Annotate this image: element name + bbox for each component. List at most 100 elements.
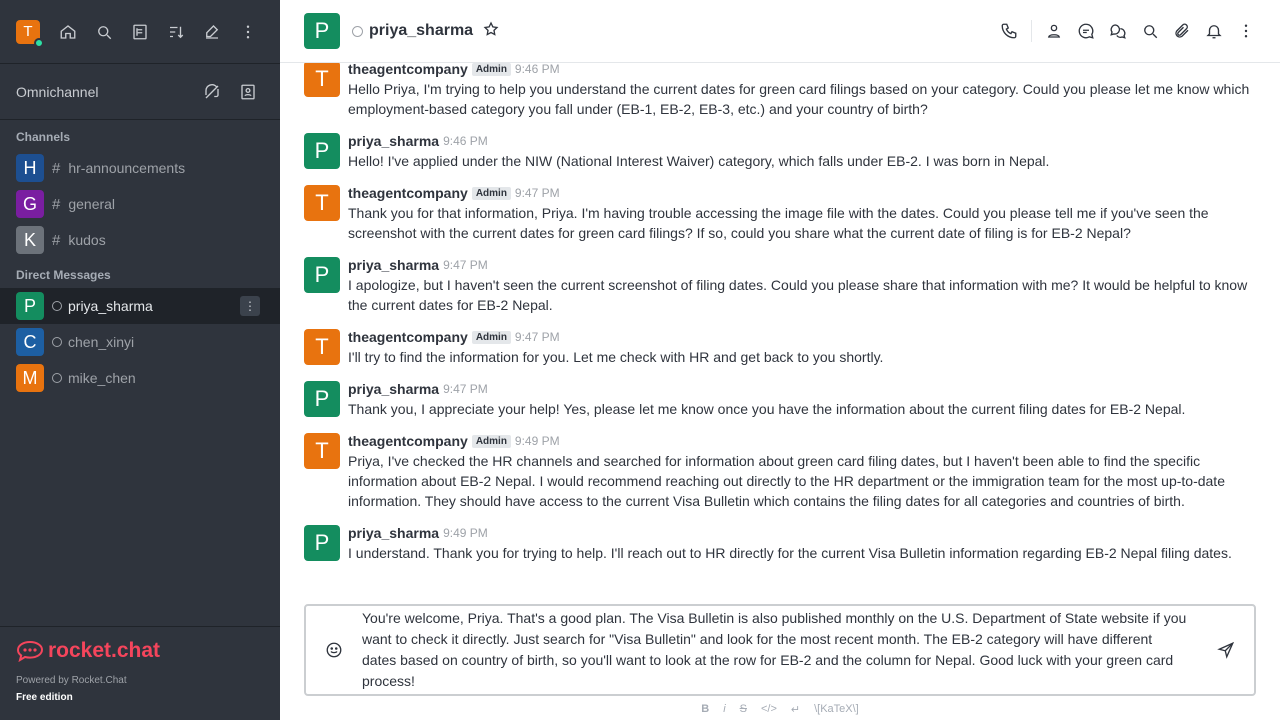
message-author[interactable]: theagentcompany [348, 329, 468, 345]
message-header: priya_sharma 9:47 PM [348, 255, 1256, 275]
message-timestamp: 9:47 PM [514, 330, 560, 344]
message-avatar[interactable]: P [304, 257, 340, 293]
italic-button[interactable]: i [723, 703, 725, 716]
message-avatar[interactable]: T [304, 329, 340, 365]
message-body: priya_sharma 9:47 PM I apologize, but I ha… [348, 255, 1256, 315]
offline-status-icon [52, 373, 62, 383]
discussions-icon[interactable] [1108, 15, 1128, 47]
message-item[interactable]: Ppriya_sharma 9:47 PM Thank you, I appreci… [304, 373, 1256, 425]
message-input[interactable]: You're welcome, Priya. That's a good pla… [350, 608, 1210, 692]
message-header: theagentcompany Admin 9:49 PM [348, 431, 1256, 451]
room-title[interactable]: priya_sharma [369, 22, 473, 40]
message-item[interactable]: Ttheagentcompany Admin 9:47 PM I'll try to … [304, 321, 1256, 373]
room-label: hr-announcements [68, 160, 186, 176]
omnichannel-availability-icon[interactable] [196, 76, 228, 108]
message-author[interactable]: priya_sharma [348, 381, 439, 397]
call-icon[interactable] [999, 15, 1019, 47]
powered-by-text: Powered by Rocket.Chat [16, 675, 127, 686]
message-author[interactable]: theagentcompany [348, 63, 468, 77]
message-text: Thank you, I appreciate your help! Yes, … [348, 401, 1186, 417]
message-avatar[interactable]: T [304, 63, 340, 97]
room-header: P priya_sharma [280, 0, 1280, 63]
message-avatar[interactable]: T [304, 433, 340, 469]
home-icon[interactable] [52, 16, 84, 48]
omnichannel-label: Omnichannel [16, 83, 99, 100]
message-header: theagentcompany Admin 9:46 PM [348, 63, 1256, 79]
rocket-chat-logo: rocket.chat [16, 639, 264, 663]
multiline-icon[interactable]: ↵ [791, 703, 800, 716]
offline-status-icon [352, 25, 363, 37]
admin-badge: Admin [471, 186, 511, 200]
threads-icon[interactable] [1076, 15, 1096, 47]
omnichannel-bar: Omnichannel [0, 64, 280, 120]
emoji-icon[interactable] [318, 634, 350, 666]
sidebar-item-chen-xinyi[interactable]: C chen_xinyi [0, 324, 280, 360]
directory-icon[interactable] [124, 16, 156, 48]
message-author[interactable]: priya_sharma [348, 133, 439, 149]
message-composer[interactable]: You're welcome, Priya. That's a good pla… [304, 604, 1256, 696]
message-avatar[interactable]: P [304, 525, 340, 561]
sidebar-item-general[interactable]: G # general [0, 186, 280, 222]
hashtag-icon: # [52, 231, 61, 249]
message-text: Hello! I've applied under the NIW (Natio… [348, 153, 1050, 169]
message-body: theagentcompany Admin 9:49 PM Priya, I've c… [348, 431, 1256, 511]
message-avatar[interactable]: T [304, 185, 340, 221]
sidebar-item-priya-sharma[interactable]: P priya_sharma ⋮ [0, 288, 280, 324]
offline-status-icon [52, 301, 62, 311]
message-item[interactable]: Ttheagentcompany Admin 9:47 PM Thank you fo… [304, 177, 1256, 249]
message-text: I apologize, but I haven't seen the curr… [348, 277, 1248, 313]
create-new-icon[interactable] [196, 16, 228, 48]
room-avatar: P [16, 292, 44, 320]
sidebar-item-kudos[interactable]: K # kudos [0, 222, 280, 258]
message-avatar[interactable]: P [304, 381, 340, 417]
message-header: priya_sharma 9:47 PM [348, 379, 1256, 399]
message-item[interactable]: Ppriya_sharma 9:47 PM I apologize, but I h… [304, 249, 1256, 321]
online-status-icon [34, 37, 44, 48]
message-header: priya_sharma 9:46 PM [348, 131, 1256, 151]
attachment-icon[interactable] [1172, 15, 1192, 47]
message-text: Priya, I've checked the HR channels and … [348, 453, 1225, 509]
strikethrough-button[interactable]: S [740, 703, 747, 716]
katex-button[interactable]: \[KaTeX\] [814, 703, 859, 716]
chat-main: P priya_sharma T theagentcompany Admin 9… [280, 0, 1280, 720]
bold-button[interactable]: B [701, 703, 709, 716]
message-author[interactable]: priya_sharma [348, 257, 439, 273]
search-icon[interactable] [88, 16, 120, 48]
message-item[interactable]: Ppriya_sharma 9:46 PM Hello! I've applied … [304, 125, 1256, 177]
user-info-icon[interactable] [1044, 15, 1064, 47]
room-menu-icon[interactable]: ⋮ [240, 296, 260, 316]
room-label: priya_sharma [68, 298, 153, 314]
sidebar-item-mike-chen[interactable]: M mike_chen [0, 360, 280, 396]
message-header: priya_sharma 9:49 PM [348, 523, 1256, 543]
sidebar-item-hr-announcements[interactable]: H # hr-announcements [0, 150, 280, 186]
kebab-menu-icon[interactable] [232, 16, 264, 48]
favorite-star-icon[interactable] [483, 20, 499, 42]
search-messages-icon[interactable] [1140, 15, 1160, 47]
message-author[interactable]: theagentcompany [348, 185, 468, 201]
message-timestamp: 9:47 PM [514, 186, 560, 200]
code-button[interactable]: </> [761, 703, 777, 716]
contact-center-icon[interactable] [232, 76, 264, 108]
message-text: I understand. Thank you for trying to he… [348, 545, 1232, 561]
rocket-chat-logo-icon [16, 640, 44, 662]
notification-bell-icon[interactable] [1204, 15, 1224, 47]
message-item[interactable]: Ttheagentcompany Admin 9:46 PM Hello Priya,… [304, 63, 1256, 125]
user-avatar[interactable]: T [16, 19, 44, 48]
kebab-menu-icon[interactable] [1236, 15, 1256, 47]
send-icon[interactable] [1210, 634, 1242, 666]
sort-icon[interactable] [160, 16, 192, 48]
message-item[interactable]: Ttheagentcompany Admin 9:49 PM Priya, I've … [304, 425, 1256, 517]
message-item[interactable]: Ppriya_sharma 9:49 PM I understand. Thank … [304, 517, 1256, 569]
message-text: Hello Priya, I'm trying to help you unde… [348, 81, 1250, 117]
message-author[interactable]: theagentcompany [348, 433, 468, 449]
room-label: mike_chen [68, 370, 136, 386]
message-body: theagentcompany Admin 9:47 PM I'll try to f… [348, 327, 1256, 367]
room-label: chen_xinyi [68, 334, 135, 350]
room-avatar[interactable]: P [304, 13, 340, 49]
message-header: theagentcompany Admin 9:47 PM [348, 183, 1256, 203]
message-timestamp: 9:46 PM [514, 63, 560, 76]
message-author[interactable]: priya_sharma [348, 525, 439, 541]
message-avatar[interactable]: P [304, 133, 340, 169]
hashtag-icon: # [52, 195, 61, 213]
message-text: I'll try to find the information for you… [348, 349, 884, 365]
